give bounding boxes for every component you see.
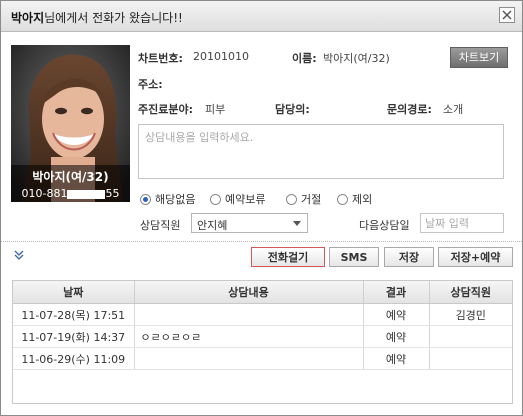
table-row[interactable]: 11-06-29(수) 11:09 예약 [13, 347, 512, 370]
phone-redaction [67, 189, 106, 199]
chart-number-label: 차트번호: [138, 52, 183, 65]
column-header-staff[interactable]: 상담직원 [429, 281, 512, 304]
cell-date: 11-07-28(목) 17:51 [13, 303, 135, 326]
save-reserve-button[interactable]: 저장+예약 [438, 247, 513, 267]
cell-result: 예약 [363, 347, 430, 370]
table-row[interactable]: 11-07-28(목) 17:51 예약 김경민 [13, 303, 512, 326]
cell-result: 예약 [363, 303, 430, 326]
radio-icon [210, 193, 221, 205]
column-header-result[interactable]: 결과 [363, 281, 430, 304]
staff-label: 상담직원 [140, 219, 181, 232]
cell-staff: 김경민 [429, 303, 512, 326]
status-radio-reject[interactable]: 거절 [286, 191, 321, 207]
main-field-value: 피부 [205, 103, 226, 116]
photo-patient-phone: 010-881 55 [11, 187, 130, 200]
next-date-label: 다음상담일 [359, 219, 410, 232]
cell-staff [429, 325, 512, 348]
phone-suffix: 55 [105, 187, 120, 200]
close-icon [502, 10, 512, 20]
staff-selected-value: 안지혜 [197, 219, 228, 232]
column-header-content[interactable]: 상담내용 [134, 281, 364, 304]
inquiry-route-value: 소개 [443, 103, 464, 116]
cell-date: 11-06-29(수) 11:09 [13, 347, 135, 370]
status-radio-hold[interactable]: 예약보류 [210, 191, 265, 207]
name-value: 박아지(여/32) [323, 52, 390, 65]
caller-name: 박아지 [11, 11, 45, 25]
sms-button[interactable]: SMS [329, 247, 379, 267]
save-button[interactable]: 저장 [384, 247, 434, 267]
radio-icon [286, 193, 297, 205]
status-radio-exclude[interactable]: 제외 [337, 191, 372, 207]
cell-content: ㅇㄹㅇㄹㅇㄹ [134, 325, 364, 348]
phone-prefix: 010-881 [21, 187, 68, 200]
cell-result: 예약 [363, 325, 430, 348]
window-title: 박아지님에게서 전화가 왔습니다!! [11, 9, 183, 26]
address-label: 주소: [138, 78, 163, 91]
staff-select[interactable]: 안지혜 [191, 213, 308, 233]
consult-memo-input[interactable] [138, 124, 504, 179]
section-divider [1, 241, 522, 242]
radio-icon [337, 193, 348, 205]
consult-history-table: 날짜 상담내용 결과 상담직원 11-07-28(목) 17:51 예약 김경민… [12, 280, 513, 404]
photo-patient-name: 박아지(여/32) [32, 170, 109, 184]
next-date-input[interactable] [420, 213, 504, 233]
expand-chevron-icon[interactable] [14, 250, 24, 260]
name-label: 이름: [292, 52, 317, 65]
chart-view-button[interactable]: 차트보기 [450, 47, 508, 68]
inquiry-route-label: 문의경로: [387, 103, 432, 116]
cell-content [134, 303, 364, 326]
cell-staff [429, 347, 512, 370]
chart-number-value: 20101010 [193, 50, 249, 63]
table-header-row: 날짜 상담내용 결과 상담직원 [13, 281, 512, 304]
main-field-label: 주진료분야: [138, 103, 193, 116]
title-message: 님에게서 전화가 왔습니다!! [44, 11, 183, 25]
table-row[interactable]: 11-07-19(화) 14:37 ㅇㄹㅇㄹㅇㄹ 예약 [13, 325, 512, 348]
call-button[interactable]: 전화걸기 [251, 247, 325, 267]
photo-caption: 박아지(여/32) 010-881 55 [11, 165, 130, 202]
status-radio-none[interactable]: 해당없음 [140, 191, 195, 207]
cell-date: 11-07-19(화) 14:37 [13, 325, 135, 348]
cell-content [134, 347, 364, 370]
radio-selected-icon [140, 193, 151, 205]
manager-label: 담당의: [275, 103, 310, 116]
incoming-call-window: 박아지님에게서 전화가 왔습니다!! 박아지(여/32) 010-881 55 … [0, 0, 523, 416]
chevron-down-icon [293, 221, 301, 226]
column-header-date[interactable]: 날짜 [13, 281, 135, 304]
close-button[interactable] [499, 7, 515, 23]
title-bar: 박아지님에게서 전화가 왔습니다!! [1, 1, 522, 32]
patient-photo: 박아지(여/32) 010-881 55 [11, 45, 130, 202]
